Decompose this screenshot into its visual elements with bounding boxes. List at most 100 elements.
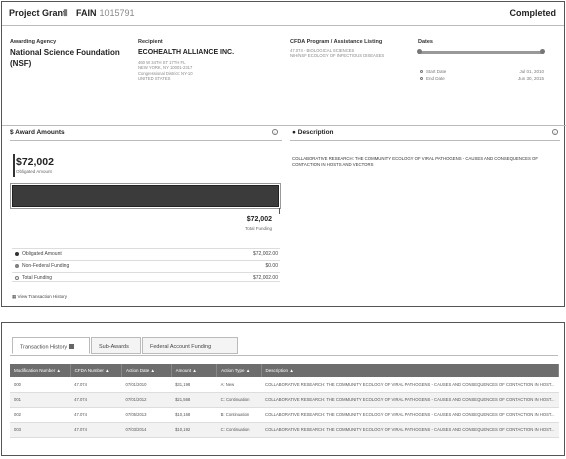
sort-icon: ▲ (56, 368, 62, 373)
column-label: CFDA Number (74, 368, 104, 373)
tab-icon (69, 344, 75, 349)
column-header[interactable]: Description ▲ (261, 364, 560, 377)
tab-transaction-history[interactable]: Transaction History (12, 337, 90, 354)
total-funding-label: Total Funding (244, 226, 272, 231)
obligated-label: Obligated Amount (16, 169, 52, 174)
dates-timeline (418, 51, 544, 54)
agency-label: Awarding Agency (10, 39, 57, 45)
recipient-address: 460 W 34TH ST 17TH FL NEW YORK, NY 10001… (138, 60, 248, 82)
table-cell: C: Continuation (216, 422, 262, 438)
cfda-label: CFDA Program / Assistance Listing (290, 39, 383, 45)
comment-icon: ● (292, 129, 296, 136)
recipient-label: Recipient (138, 39, 163, 45)
legend-label: Total Funding (22, 275, 53, 281)
section-divider (2, 125, 566, 126)
view-transaction-history-link[interactable]: ▦ View Transaction History (12, 294, 67, 300)
start-date-value: Jul 01, 2010 (519, 69, 544, 74)
legend-value: $72,002.00 (252, 275, 278, 281)
obligated-funding-bar[interactable] (12, 185, 279, 207)
legend-label: Non-Federal Funding (22, 263, 70, 269)
legend-row: Non-Federal Funding $0.00 (12, 260, 280, 270)
table-cell: 47.074 (70, 377, 122, 393)
agency-name[interactable]: National Science Foundation (NSF) (10, 47, 128, 69)
table-cell: C: Continuation (216, 392, 262, 408)
total-funding-amount: $72,002 (246, 216, 272, 223)
table-row: 003 47.074 07/03/2014 $10,192 C: Continu… (10, 422, 559, 438)
fain: FAIN 1015791 (76, 8, 135, 18)
table-cell: B: Continuation (216, 407, 262, 423)
table-cell: $10,192 (171, 422, 217, 438)
sort-icon: ▲ (245, 368, 251, 373)
legend-swatch (15, 275, 19, 280)
table-cell: COLLABORATIVE RESEARCH: THE COMMUNITY EC… (261, 422, 559, 438)
view-history-label: View Transaction History (17, 294, 67, 299)
obligated-marker (13, 154, 15, 177)
end-date-value: Jun 30, 2015 (517, 76, 544, 81)
table-cell: $31,198 (171, 377, 217, 393)
table-cell: 000 (10, 377, 71, 393)
column-header[interactable]: Amount ▲ (171, 364, 218, 377)
dates-label: Dates (418, 39, 433, 45)
start-date-label: Start Date (426, 69, 447, 74)
table-cell: 003 (10, 422, 71, 438)
table-cell: 47.074 (70, 392, 122, 408)
table-cell: $10,168 (171, 407, 217, 423)
table-row: 002 47.074 07/05/2013 $10,168 B: Continu… (10, 407, 559, 423)
start-marker (417, 49, 422, 54)
table-cell: 07/05/2013 (121, 407, 172, 423)
award-header: Project Grant ▮ FAIN 1015791 Completed (2, 2, 564, 26)
fain-value: 1015791 (99, 8, 135, 18)
table-cell: COLLABORATIVE RESEARCH: THE COMMUNITY EC… (261, 392, 559, 408)
column-header[interactable]: Modification Number ▲ (10, 364, 71, 377)
table-cell: 07/01/2012 (121, 392, 172, 408)
recipient-name[interactable]: ECOHEALTH ALLIANCE INC. (138, 49, 234, 56)
table-cell: COLLABORATIVE RESEARCH: THE COMMUNITY EC… (261, 377, 559, 393)
sort-icon: ▲ (192, 368, 197, 373)
column-label: Action Type (221, 368, 245, 373)
column-header[interactable]: CFDA Number ▲ (70, 364, 123, 377)
info-icon[interactable]: i (552, 129, 558, 135)
column-label: Amount (175, 368, 192, 373)
column-label: Description (265, 368, 289, 373)
table-cell: 07/03/2014 (121, 422, 172, 438)
table-header-row: Modification Number ▲ CFDA Number ▲ Acti… (10, 364, 560, 377)
sort-icon: ▲ (150, 368, 155, 373)
legend-row: Obligated Amount $72,002.00 (12, 248, 280, 258)
tab-label: Sub-Awards (99, 344, 129, 350)
transactions-panel: Transaction History Sub-Awards Federal A… (1, 322, 565, 456)
award-amounts-title: $ Award Amounts (10, 129, 65, 136)
column-label: Modification Number (14, 368, 56, 373)
document-icon: ▮ (63, 7, 68, 17)
tab-underline (10, 355, 558, 356)
table-cell: 47.074 (70, 422, 122, 438)
tab-label: Transaction History (20, 344, 68, 351)
tab-federal-account-funding[interactable]: Federal Account Funding (142, 337, 238, 354)
table-cell: 07/01/2010 (121, 377, 172, 393)
section-underline (290, 140, 560, 141)
obligated-amount: $72,002 (16, 156, 54, 168)
cfda-line: NIH/NSF ECOLOGY OF INFECTIOUS DISEASES (290, 53, 385, 59)
column-label: Action Date (126, 368, 150, 373)
address-line: UNITED STATES (138, 76, 171, 82)
column-header[interactable]: Action Type ▲ (216, 364, 262, 377)
description-text: COLLABORATIVE RESEARCH: THE COMMUNITY EC… (292, 156, 539, 167)
end-date-label: End Date (426, 76, 445, 81)
award-status: Completed (509, 8, 556, 18)
bullet-icon (420, 77, 423, 80)
bullet-icon (420, 70, 423, 73)
info-icon[interactable]: i (272, 129, 278, 135)
table-row: 001 47.074 07/01/2012 $21,568 C: Continu… (10, 392, 559, 408)
total-tick (279, 208, 280, 214)
legend-swatch (15, 251, 19, 256)
table-cell: $21,568 (171, 392, 217, 408)
legend-value: $0.00 (265, 263, 278, 269)
table-cell: 47.074 (70, 407, 122, 423)
legend-label: Obligated Amount (22, 251, 62, 257)
table-row: 000 47.074 07/01/2010 $31,198 A: New COL… (10, 377, 559, 393)
section-underline (10, 140, 282, 141)
fain-label: FAIN (76, 8, 97, 18)
tab-sub-awards[interactable]: Sub-Awards (91, 337, 141, 354)
cfda-program[interactable]: 47.074 - BIOLOGICAL SCIENCES NIH/NSF ECO… (290, 48, 410, 59)
column-header[interactable]: Action Date ▲ (121, 364, 172, 377)
table-cell: COLLABORATIVE RESEARCH: THE COMMUNITY EC… (261, 407, 559, 423)
